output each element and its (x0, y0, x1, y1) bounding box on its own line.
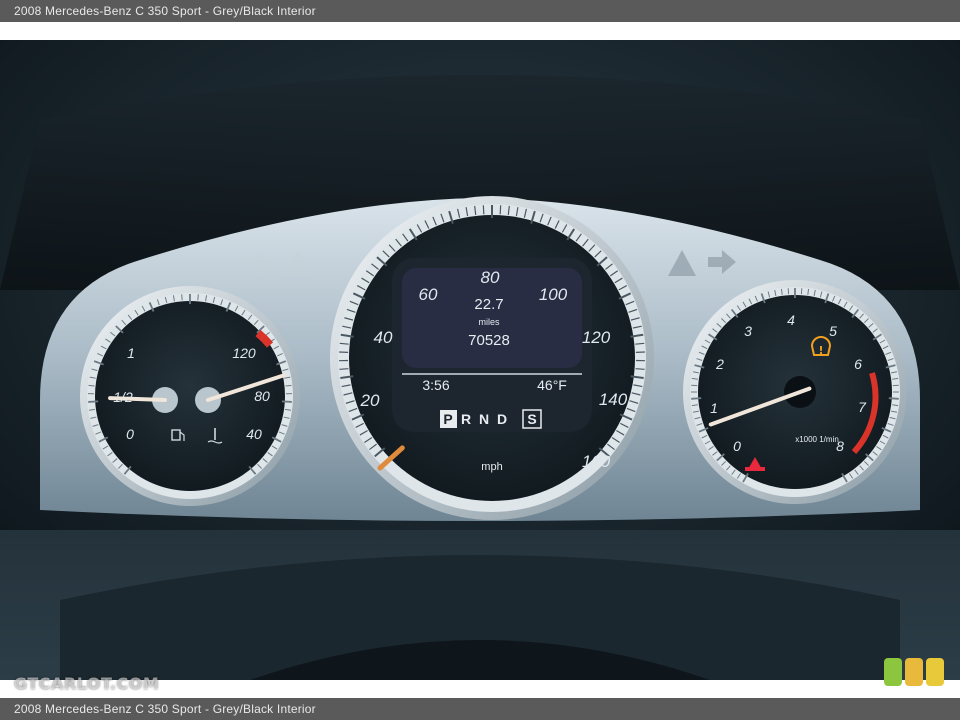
mode-indicator: S (527, 411, 536, 427)
rating-badge (905, 658, 923, 686)
svg-text:!: ! (818, 344, 823, 357)
rating-badge (884, 658, 902, 686)
gear-r: R (461, 411, 471, 427)
rating-badges (884, 658, 944, 686)
gauge-tick (482, 205, 485, 215)
temp-label: 120 (232, 345, 256, 361)
gauge-tick (499, 205, 502, 215)
clock: 3:56 (422, 377, 449, 393)
photo-caption-bottom: 2008 Mercedes-Benz C 350 Sport - Grey/Bl… (0, 698, 960, 720)
gear-d: D (497, 411, 507, 427)
tach-label: 0 (733, 438, 741, 454)
speed-label: 100 (539, 285, 568, 304)
temp-label: 80 (254, 388, 270, 404)
avg-value: 22.7 (474, 296, 503, 313)
speed-label: 60 (419, 285, 438, 304)
fuel-label: 1/2 (113, 389, 133, 405)
temp-label: 40 (246, 426, 262, 442)
tach-label: 5 (829, 323, 837, 339)
speed-label: 40 (374, 328, 393, 347)
speed-unit: mph (481, 461, 502, 473)
gauge-tick (339, 368, 349, 370)
rating-badge (926, 658, 944, 686)
gear-p: P (443, 411, 452, 427)
fuel-label: 1 (127, 345, 135, 361)
gauge-tick (888, 397, 899, 400)
gear-n: N (479, 411, 489, 427)
dashboard-photo: ! 20 40 60 80 100 120 140 160 0 1/2 1 40… (0, 40, 960, 680)
tach-unit: x1000 1/min (795, 435, 839, 444)
watermark: GTCARLOT.COM (14, 674, 160, 693)
gauge-tick (285, 384, 292, 387)
photo-caption-top: 2008 Mercedes-Benz C 350 Sport - Grey/Bl… (0, 0, 960, 22)
tach-label: 2 (715, 356, 724, 372)
gauge-tick (281, 400, 292, 403)
speed-label: 80 (481, 268, 500, 287)
avg-unit: miles (478, 317, 500, 327)
tach-label: 7 (858, 399, 867, 415)
gauge-tick (88, 384, 95, 387)
tach-label: 6 (854, 356, 862, 372)
speed-label: 120 (582, 328, 611, 347)
odometer: 70528 (468, 332, 510, 349)
fuel-label: 0 (126, 426, 134, 442)
speed-label: 160 (582, 452, 611, 471)
gauge-tick (691, 397, 702, 400)
outside-temp: 46°F (537, 377, 567, 393)
speed-label: 20 (360, 391, 380, 410)
gauge-tick (88, 400, 99, 403)
gauge-tick (635, 368, 645, 370)
speed-label: 140 (599, 390, 628, 409)
tach-label: 1 (710, 400, 718, 416)
tach-label: 3 (744, 323, 752, 339)
tach-label: 4 (787, 312, 795, 328)
